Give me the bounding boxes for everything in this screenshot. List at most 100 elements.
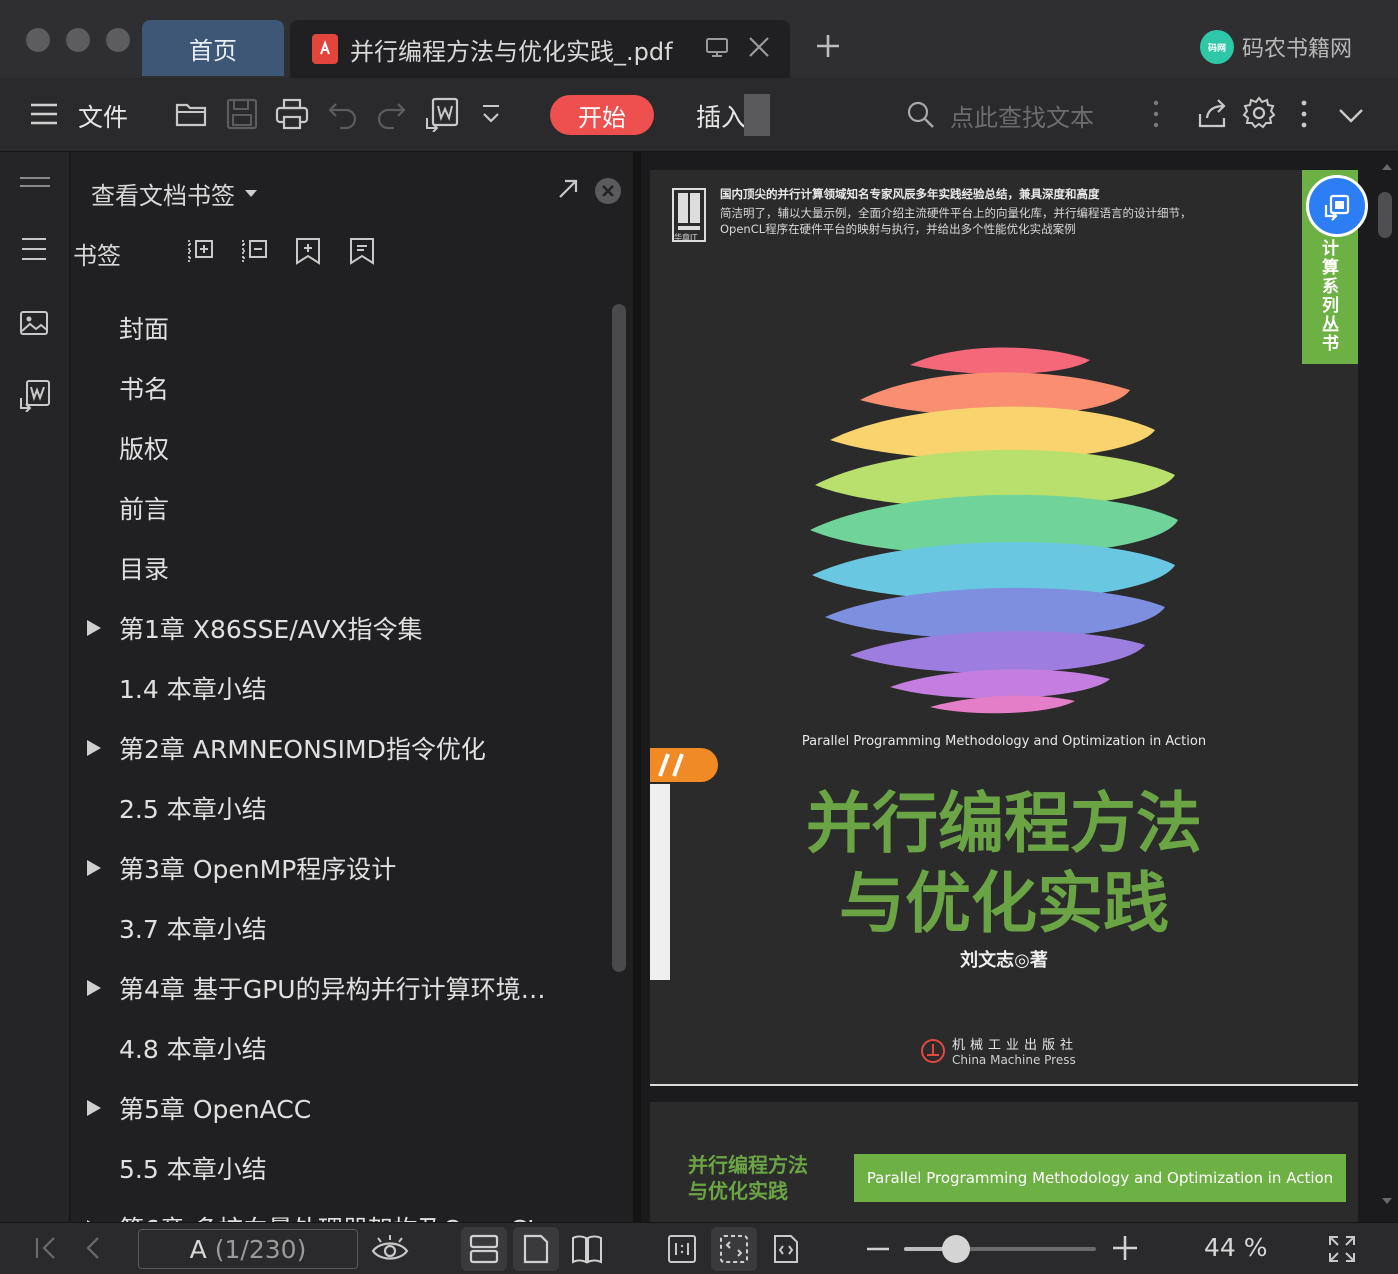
bookmark-item[interactable]: 4.8 本章小结 (71, 1018, 611, 1078)
expand-all-icon[interactable] (185, 236, 215, 270)
chevron-down-icon[interactable] (1336, 100, 1366, 134)
convert-to-word-icon[interactable] (424, 96, 460, 136)
window-zoom-dot[interactable] (106, 28, 130, 52)
scroll-up-arrow-icon[interactable] (1380, 162, 1394, 172)
continuous-scroll-icon[interactable] (468, 1233, 500, 1269)
cover-title-english: Parallel Programming Methodology and Opt… (801, 734, 1207, 749)
cover-tagline-2: 简洁明了，辅以大量示例，全面介绍主流硬件平台上的向量化库，并行编程语言的设计细节… (720, 206, 1192, 220)
bookmark-item-label: 第1章 X86SSE/AVX指令集 (119, 615, 423, 644)
bookmark-panel: 查看文档书签 书签 封面 书名 版权 前言 目录 第1章 X86SSE/AVX指令集 1.4… (71, 152, 633, 1222)
scroll-down-arrow-icon[interactable] (1380, 1196, 1394, 1206)
panel-splitter[interactable] (633, 152, 641, 1222)
outline-list-icon[interactable] (18, 234, 50, 268)
bookmark-item-label: 第4章 基于GPU的异构并行计算环境… (119, 975, 546, 1004)
previous-page-icon[interactable] (80, 1233, 108, 1267)
bookmark-item-label: 书名 (119, 375, 170, 404)
tab-document[interactable]: 并行编程方法与优化实践_.pdf (290, 20, 790, 78)
thumbnails-icon[interactable] (18, 308, 50, 342)
expand-triangle-icon[interactable] (87, 1100, 101, 1116)
single-page-icon[interactable] (520, 1233, 552, 1269)
start-tab-button[interactable]: 开始 (550, 95, 654, 135)
share-icon[interactable] (1196, 96, 1230, 134)
bookmark-item[interactable]: 第2章 ARMNEONSIMD指令优化 (71, 718, 611, 778)
bookmark-item[interactable]: 封面 (71, 298, 611, 358)
print-icon[interactable] (274, 96, 310, 136)
edit-bookmark-icon[interactable] (347, 236, 377, 270)
expand-triangle-icon[interactable] (87, 860, 101, 876)
pop-out-icon[interactable] (555, 176, 581, 206)
new-tab-icon[interactable] (814, 32, 842, 64)
panel-title: 查看文档书签 (91, 182, 235, 210)
add-bookmark-icon[interactable] (293, 236, 323, 270)
page-number-input[interactable]: A (1/230) (138, 1229, 358, 1269)
zoom-out-icon[interactable] (864, 1235, 892, 1267)
tab-document-label: 并行编程方法与优化实践_.pdf (350, 37, 673, 66)
search-input[interactable]: 点此查找文本 (950, 98, 1094, 133)
publisher-block: 机械工业出版社 China Machine Press (920, 1034, 1078, 1067)
bookmark-item-label: 2.5 本章小结 (119, 795, 267, 824)
hamburger-menu-icon[interactable] (28, 100, 60, 132)
bookmark-item[interactable]: 第1章 X86SSE/AVX指令集 (71, 598, 611, 658)
bookmark-item[interactable]: 目录 (71, 538, 611, 598)
save-icon (224, 96, 260, 136)
bookmark-item-label: 1.4 本章小结 (119, 675, 267, 704)
bookmark-item[interactable]: 书名 (71, 358, 611, 418)
expand-triangle-icon[interactable] (87, 980, 101, 996)
fit-width-icon[interactable] (770, 1233, 802, 1269)
viewer-scrollbar[interactable] (1376, 152, 1398, 1222)
brand[interactable]: 码网 码农书籍网 (1200, 30, 1352, 64)
two-page-icon[interactable] (570, 1233, 604, 1269)
bookmark-item[interactable]: 第5章 OpenACC (71, 1078, 611, 1138)
expand-triangle-icon[interactable] (87, 620, 101, 636)
collapse-all-icon[interactable] (239, 236, 269, 270)
title-page-heading: 并行编程方法 与优化实践 (688, 1152, 808, 1204)
more-options-icon[interactable] (1296, 98, 1312, 134)
collapse-panel-icon[interactable] (18, 174, 52, 194)
cover-author: 刘文志◎著 (960, 950, 1048, 971)
more-dropdown-icon[interactable] (480, 102, 502, 132)
title-page: 并行编程方法 与优化实践 Parallel Programming Method… (650, 1102, 1358, 1232)
window-close-dot[interactable] (26, 28, 50, 52)
expand-triangle-icon[interactable] (87, 740, 101, 756)
viewer-scrollbar-thumb[interactable] (1378, 192, 1392, 238)
fullscreen-icon[interactable] (1326, 1233, 1358, 1269)
first-page-icon[interactable] (32, 1233, 60, 1267)
actual-size-icon[interactable] (666, 1233, 698, 1269)
close-tab-icon[interactable] (746, 34, 772, 64)
bookmark-item[interactable]: 1.4 本章小结 (71, 658, 611, 718)
window-minimize-dot[interactable] (66, 28, 90, 52)
bookmark-item[interactable]: 5.5 本章小结 (71, 1138, 611, 1198)
insert-tab[interactable]: 插入 (696, 98, 746, 134)
monitor-icon[interactable] (704, 34, 730, 64)
bookmark-item[interactable]: 版权 (71, 418, 611, 478)
bookmark-item[interactable]: 2.5 本章小结 (71, 778, 611, 838)
file-menu[interactable]: 文件 (78, 98, 128, 134)
close-panel-icon[interactable] (593, 176, 623, 210)
panel-scrollbar[interactable] (612, 304, 626, 972)
read-mode-eye-icon[interactable] (370, 1231, 410, 1271)
bookmark-item[interactable]: 第4章 基于GPU的异构并行计算环境… (71, 958, 611, 1018)
settings-gear-icon[interactable] (1242, 96, 1276, 134)
brand-logo: 码网 (1200, 30, 1234, 64)
page-edge (650, 1084, 1358, 1086)
tab-home[interactable]: 首页 (142, 20, 284, 76)
bookmark-item[interactable]: 前言 (71, 478, 611, 538)
bookmark-item[interactable]: 3.7 本章小结 (71, 898, 611, 958)
floating-convert-button[interactable] (1306, 175, 1368, 237)
zoom-slider-knob[interactable] (941, 1235, 970, 1263)
convert-word-side-icon[interactable] (18, 378, 52, 416)
bookmark-item-label: 目录 (119, 555, 170, 584)
title-bar: 首页 并行编程方法与优化实践_.pdf 码网 码农书籍网 (0, 0, 1398, 78)
bookmark-view-dropdown[interactable]: 查看文档书签 (91, 176, 257, 211)
zoom-in-icon[interactable] (1110, 1233, 1140, 1267)
bookmark-item[interactable]: 第6章 多核向量处理器架构及OpenCL (71, 1198, 611, 1222)
status-bar: A (1/230) 44 % (0, 1222, 1398, 1274)
toolbar-overflow-handle[interactable] (744, 94, 770, 136)
bookmark-item[interactable]: 第3章 OpenMP程序设计 (71, 838, 611, 898)
left-rail (0, 152, 70, 1222)
search-icon[interactable] (906, 100, 936, 134)
cover-tagline-3: OpenCL程序在硬件平台的映射与执行，并给出多个性能优化实战案例 (720, 222, 1076, 236)
fit-page-icon[interactable] (718, 1233, 750, 1269)
publisher-logo-icon (921, 1038, 945, 1063)
open-folder-icon[interactable] (174, 96, 210, 136)
